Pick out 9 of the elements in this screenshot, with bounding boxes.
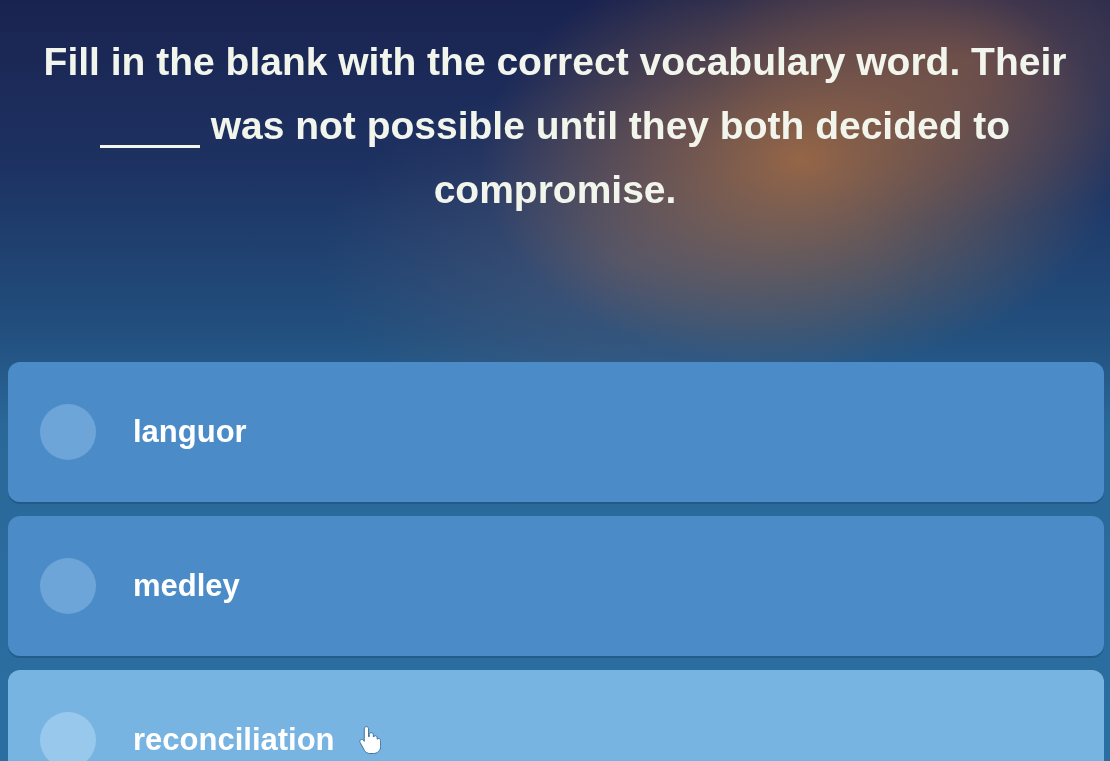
answer-option[interactable]: medley (8, 516, 1104, 656)
answer-option[interactable]: reconciliation (8, 670, 1104, 761)
hand-pointer-icon (358, 726, 381, 754)
radio-button[interactable] (40, 404, 96, 460)
question-text: was not possible until they both decided to compromise. (210, 104, 1011, 211)
question-text: Fill in the blank with the correct vocabulary word. Their (43, 40, 1067, 83)
answer-option[interactable]: languor (8, 362, 1104, 502)
radio-button[interactable] (40, 558, 96, 614)
radio-button[interactable] (40, 712, 96, 761)
